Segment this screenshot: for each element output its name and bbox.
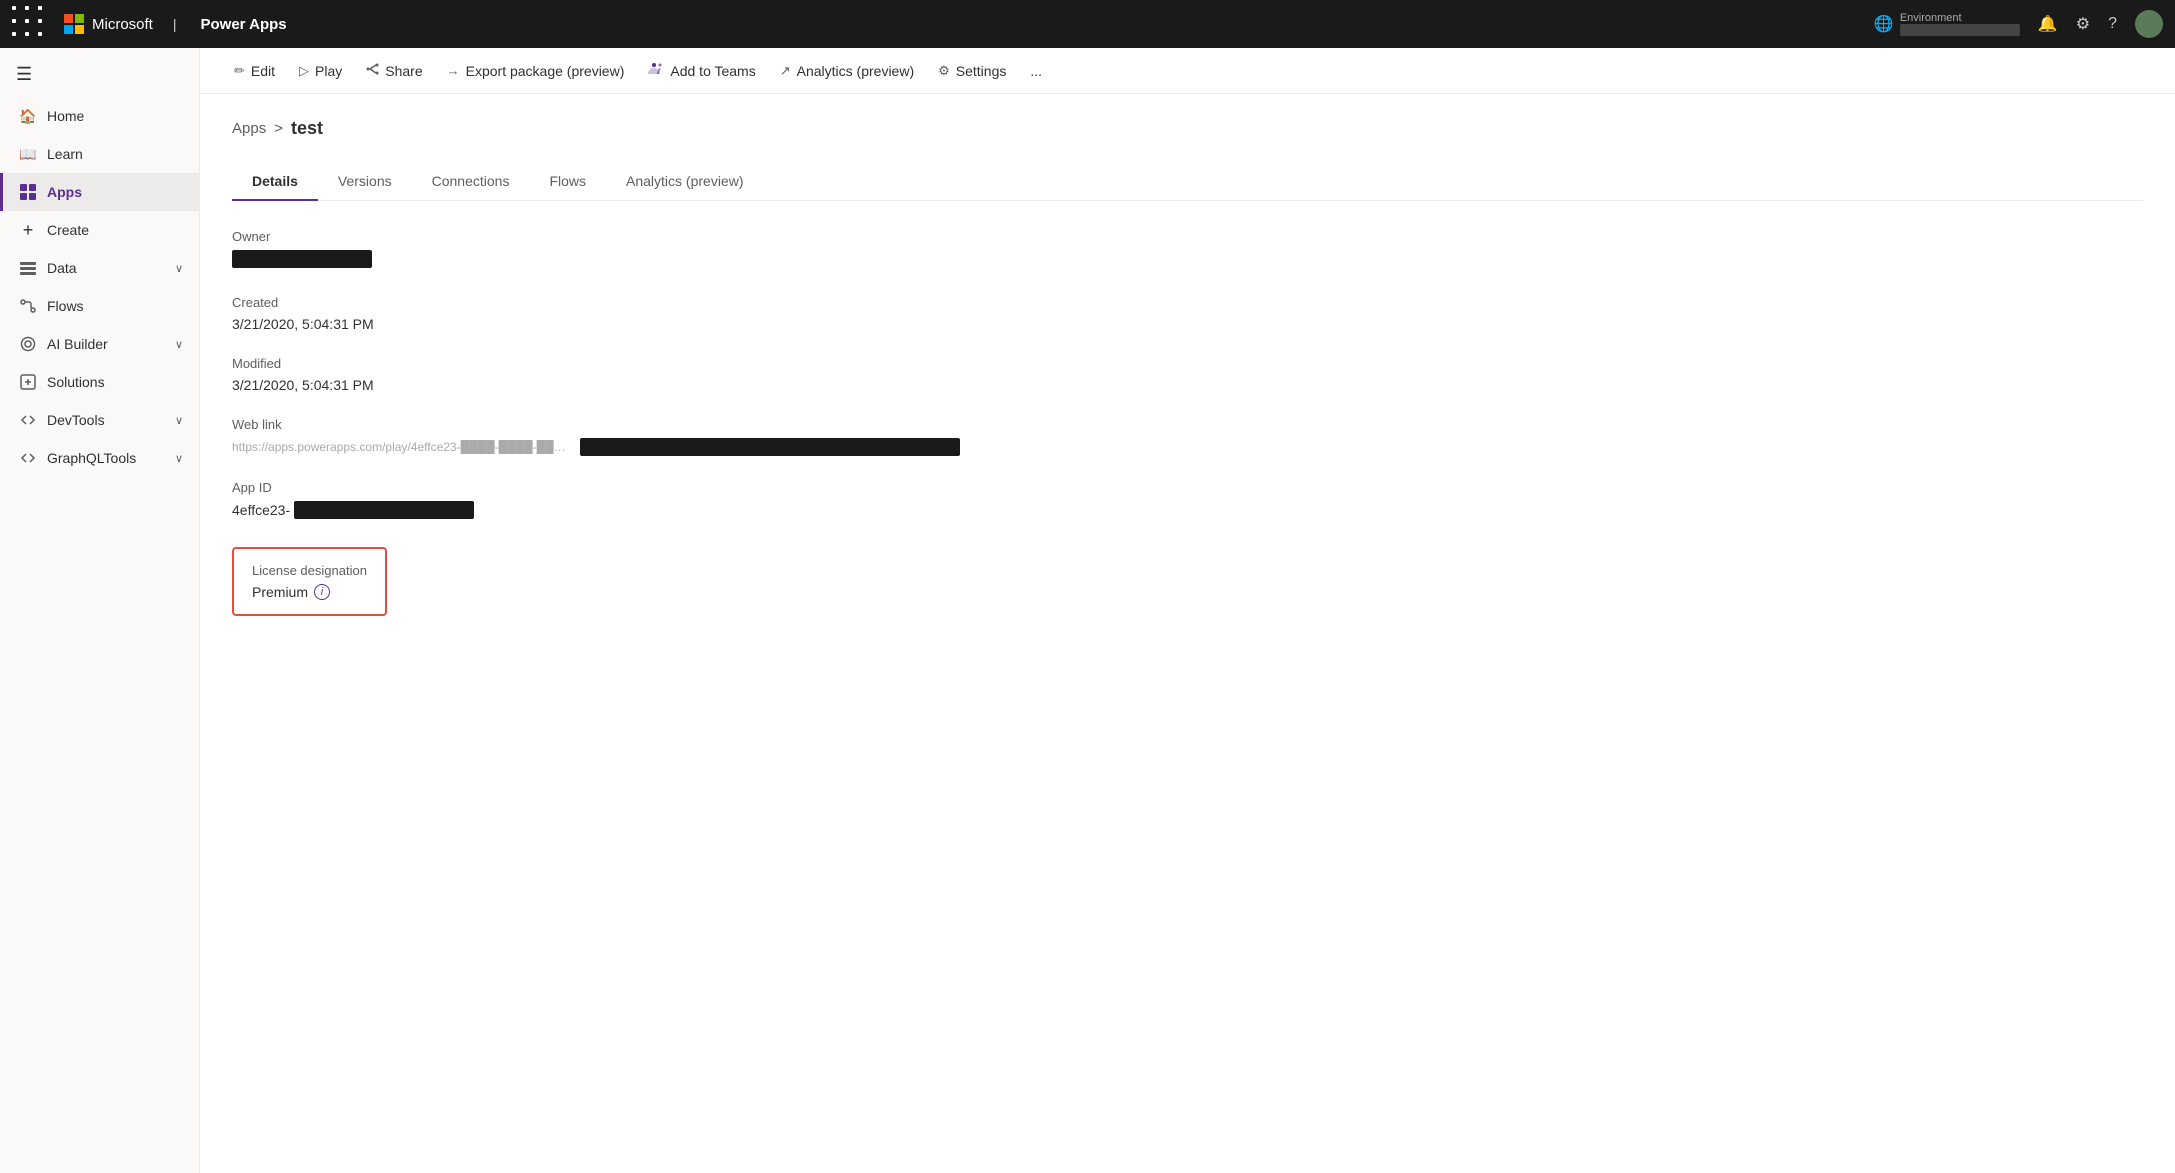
notifications-icon[interactable]: 🔔	[2038, 14, 2058, 34]
created-value: 3/21/2020, 5:04:31 PM	[232, 316, 2143, 332]
license-info-icon[interactable]: i	[314, 584, 330, 600]
data-icon	[19, 259, 37, 277]
app-title: Power Apps	[200, 16, 286, 33]
sidebar-item-apps[interactable]: Apps	[0, 173, 199, 211]
data-chevron-icon: ∨	[175, 262, 183, 275]
owner-section: Owner	[232, 229, 2143, 271]
appid-section: App ID 4effce23-	[232, 480, 2143, 519]
graphqltools-icon	[19, 449, 37, 467]
flows-icon	[19, 297, 37, 315]
sidebar-item-learn[interactable]: 📖 Learn	[0, 135, 199, 173]
weblink-blurred: https://apps.powerapps.com/play/4effce23…	[232, 440, 572, 454]
export-button[interactable]: → Export package (preview)	[437, 57, 635, 85]
tab-details[interactable]: Details	[232, 163, 318, 201]
teams-icon	[648, 62, 664, 79]
topnav: Microsoft | Power Apps 🌐 Environment 🔔 ⚙…	[0, 0, 2175, 48]
sidebar-item-data[interactable]: Data ∨	[0, 249, 199, 287]
share-icon	[366, 63, 379, 79]
appid-row: 4effce23-	[232, 501, 2143, 519]
share-button[interactable]: Share	[356, 57, 432, 85]
tab-flows[interactable]: Flows	[529, 163, 606, 201]
hamburger-menu[interactable]: ☰	[0, 56, 199, 93]
sidebar-item-graphqltools[interactable]: GraphQLTools ∨	[0, 439, 199, 477]
license-section: License designation Premium i	[232, 543, 2143, 616]
microsoft-logo[interactable]: Microsoft	[64, 14, 153, 34]
devtools-chevron-icon: ∨	[175, 414, 183, 427]
modified-label: Modified	[232, 356, 2143, 371]
weblink-redacted	[580, 438, 960, 456]
main-layout: ☰ 🏠 Home 📖 Learn Apps + Create	[0, 48, 2175, 1173]
solutions-icon	[19, 373, 37, 391]
tab-versions[interactable]: Versions	[318, 163, 412, 201]
learn-icon: 📖	[19, 145, 37, 163]
environment-selector[interactable]: 🌐 Environment	[1874, 12, 2020, 36]
owner-label: Owner	[232, 229, 2143, 244]
breadcrumb: Apps > test	[232, 118, 2143, 139]
weblink-row: https://apps.powerapps.com/play/4effce23…	[232, 438, 2143, 456]
created-label: Created	[232, 295, 2143, 310]
play-button[interactable]: ▷ Play	[289, 57, 352, 85]
appid-redacted	[294, 501, 474, 519]
export-icon: →	[447, 63, 460, 78]
weblink-section: Web link https://apps.powerapps.com/play…	[232, 417, 2143, 456]
edit-button[interactable]: ✏ Edit	[224, 57, 285, 85]
home-icon: 🏠	[19, 107, 37, 125]
analytics-icon: ↗	[780, 63, 791, 79]
modified-value: 3/21/2020, 5:04:31 PM	[232, 377, 2143, 393]
license-label: License designation	[252, 563, 367, 578]
tab-analytics[interactable]: Analytics (preview)	[606, 163, 763, 201]
tab-connections[interactable]: Connections	[412, 163, 530, 201]
sidebar-item-home[interactable]: 🏠 Home	[0, 97, 199, 135]
owner-redacted	[232, 250, 372, 268]
settings-icon: ⚙	[938, 63, 950, 79]
sidebar-item-create[interactable]: + Create	[0, 211, 199, 249]
breadcrumb-apps-link[interactable]: Apps	[232, 120, 266, 137]
content-area: ✏ Edit ▷ Play Share →	[200, 48, 2175, 1173]
sidebar-item-flows[interactable]: Flows	[0, 287, 199, 325]
settings-button[interactable]: ⚙ Settings	[928, 57, 1016, 85]
ai-builder-chevron-icon: ∨	[175, 338, 183, 351]
add-to-teams-button[interactable]: Add to Teams	[638, 56, 765, 85]
edit-icon: ✏	[234, 63, 245, 79]
apps-icon	[19, 183, 37, 201]
sidebar-item-devtools[interactable]: DevTools ∨	[0, 401, 199, 439]
user-avatar[interactable]	[2135, 10, 2163, 38]
modified-section: Modified 3/21/2020, 5:04:31 PM	[232, 356, 2143, 393]
app-launcher-icon[interactable]	[12, 6, 48, 42]
breadcrumb-separator: >	[274, 120, 283, 137]
license-value: Premium i	[252, 584, 367, 600]
play-icon: ▷	[299, 63, 309, 79]
sidebar: ☰ 🏠 Home 📖 Learn Apps + Create	[0, 48, 200, 1173]
topnav-right: 🌐 Environment 🔔 ⚙ ?	[1874, 10, 2163, 38]
weblink-label: Web link	[232, 417, 2143, 432]
settings-icon[interactable]: ⚙	[2076, 14, 2090, 34]
created-section: Created 3/21/2020, 5:04:31 PM	[232, 295, 2143, 332]
graphqltools-chevron-icon: ∨	[175, 452, 183, 465]
help-icon[interactable]: ?	[2108, 15, 2117, 33]
toolbar: ✏ Edit ▷ Play Share →	[200, 48, 2175, 94]
tabs: Details Versions Connections Flows Analy…	[232, 163, 2143, 201]
create-icon: +	[19, 221, 37, 239]
appid-prefix: 4effce23-	[232, 502, 290, 518]
ai-builder-icon	[19, 335, 37, 353]
breadcrumb-current: test	[291, 118, 323, 139]
sidebar-item-solutions[interactable]: Solutions	[0, 363, 199, 401]
analytics-button[interactable]: ↗ Analytics (preview)	[770, 57, 924, 85]
license-text: Premium	[252, 584, 308, 600]
appid-label: App ID	[232, 480, 2143, 495]
sidebar-item-ai-builder[interactable]: AI Builder ∨	[0, 325, 199, 363]
devtools-icon	[19, 411, 37, 429]
page-content: Apps > test Details Versions Connections…	[200, 94, 2175, 1173]
license-box: License designation Premium i	[232, 547, 387, 616]
owner-value	[232, 250, 2143, 271]
more-button[interactable]: ...	[1020, 57, 1052, 85]
